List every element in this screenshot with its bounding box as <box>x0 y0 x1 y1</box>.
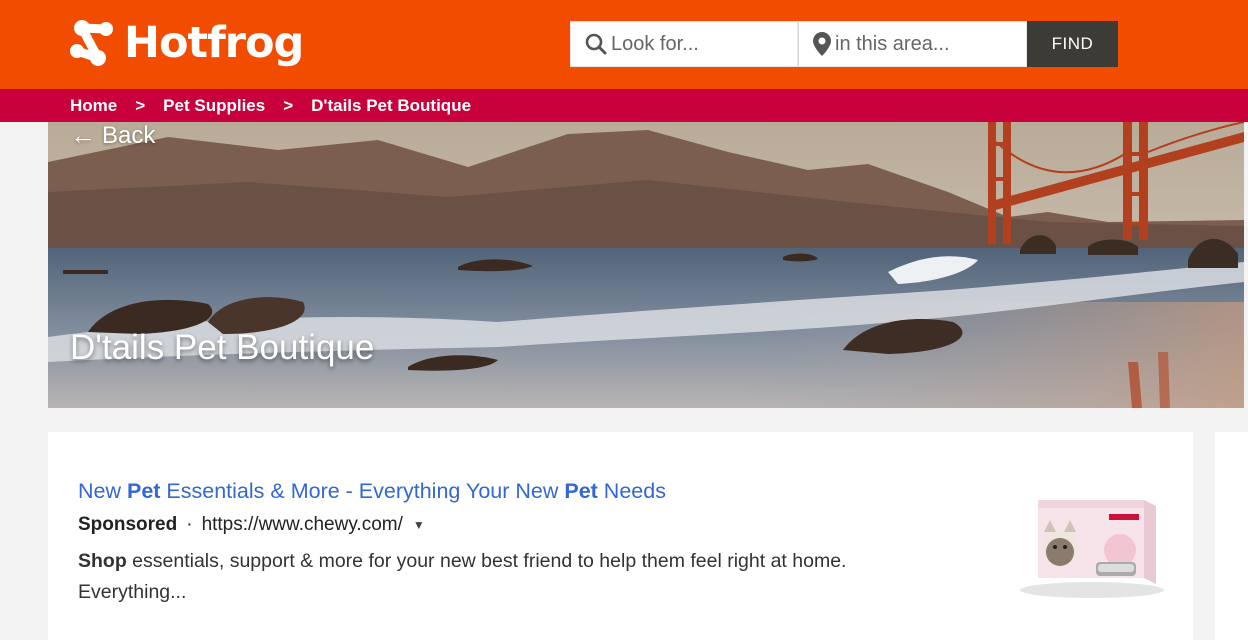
location-pin-icon <box>813 32 831 56</box>
ad-title-keyword: Pet <box>126 479 161 503</box>
breadcrumb-home[interactable]: Home <box>70 96 117 116</box>
ad-desc-keyword: Shop <box>78 550 127 572</box>
arrow-left-icon: ← <box>70 122 96 150</box>
ad-title-part: New <box>78 479 127 503</box>
search-what-box[interactable] <box>570 21 798 67</box>
side-panel <box>1215 432 1248 640</box>
search-icon <box>585 33 607 55</box>
breadcrumb: Home > Pet Supplies > D'tails Pet Boutiq… <box>0 89 1248 122</box>
ad-description: Shop essentials, support & more for your… <box>78 546 958 608</box>
ad-meta-line: Sponsored · https://www.chewy.com/ ▼ <box>78 514 425 536</box>
frog-paw-icon <box>70 20 113 66</box>
ad-url[interactable]: https://www.chewy.com/ <box>202 514 403 536</box>
back-link[interactable]: ← Back <box>70 122 155 151</box>
search-where-input[interactable] <box>835 32 1015 56</box>
breadcrumb-current[interactable]: D'tails Pet Boutique <box>311 96 471 116</box>
sponsored-label: Sponsored <box>78 514 178 535</box>
header-bar: Hotfrog FIND <box>0 0 1248 89</box>
hotfrog-logo[interactable]: Hotfrog <box>68 10 304 76</box>
ad-options-caret-icon[interactable]: ▼ <box>413 518 425 532</box>
business-name-heading: D'tails Pet Boutique <box>70 328 375 367</box>
ad-title-link[interactable]: New Pet Essentials & More - Everything Y… <box>78 479 666 504</box>
breadcrumb-pet-supplies[interactable]: Pet Supplies <box>163 96 265 116</box>
ad-title-part: Needs <box>597 479 666 503</box>
breadcrumb-separator: > <box>135 95 146 115</box>
ad-title-keyword: Pet <box>564 479 598 503</box>
search-where-box[interactable] <box>798 21 1027 67</box>
breadcrumb-separator: > <box>283 95 294 115</box>
ad-desc-text: essentials, support & more for your new … <box>78 550 847 603</box>
ad-title-part: Essentials & More - Everything Your New <box>160 479 565 503</box>
ad-product-image[interactable] <box>1014 492 1170 602</box>
sponsored-ad-card: New Pet Essentials & More - Everything Y… <box>48 432 1193 640</box>
brand-name: Hotfrog <box>124 18 304 68</box>
hero-banner: ← Back D'tails Pet Boutique <box>48 122 1244 408</box>
separator-dot: · <box>186 514 193 535</box>
find-button[interactable]: FIND <box>1027 21 1118 67</box>
search-what-input[interactable] <box>611 32 791 56</box>
back-label: Back <box>102 122 156 149</box>
